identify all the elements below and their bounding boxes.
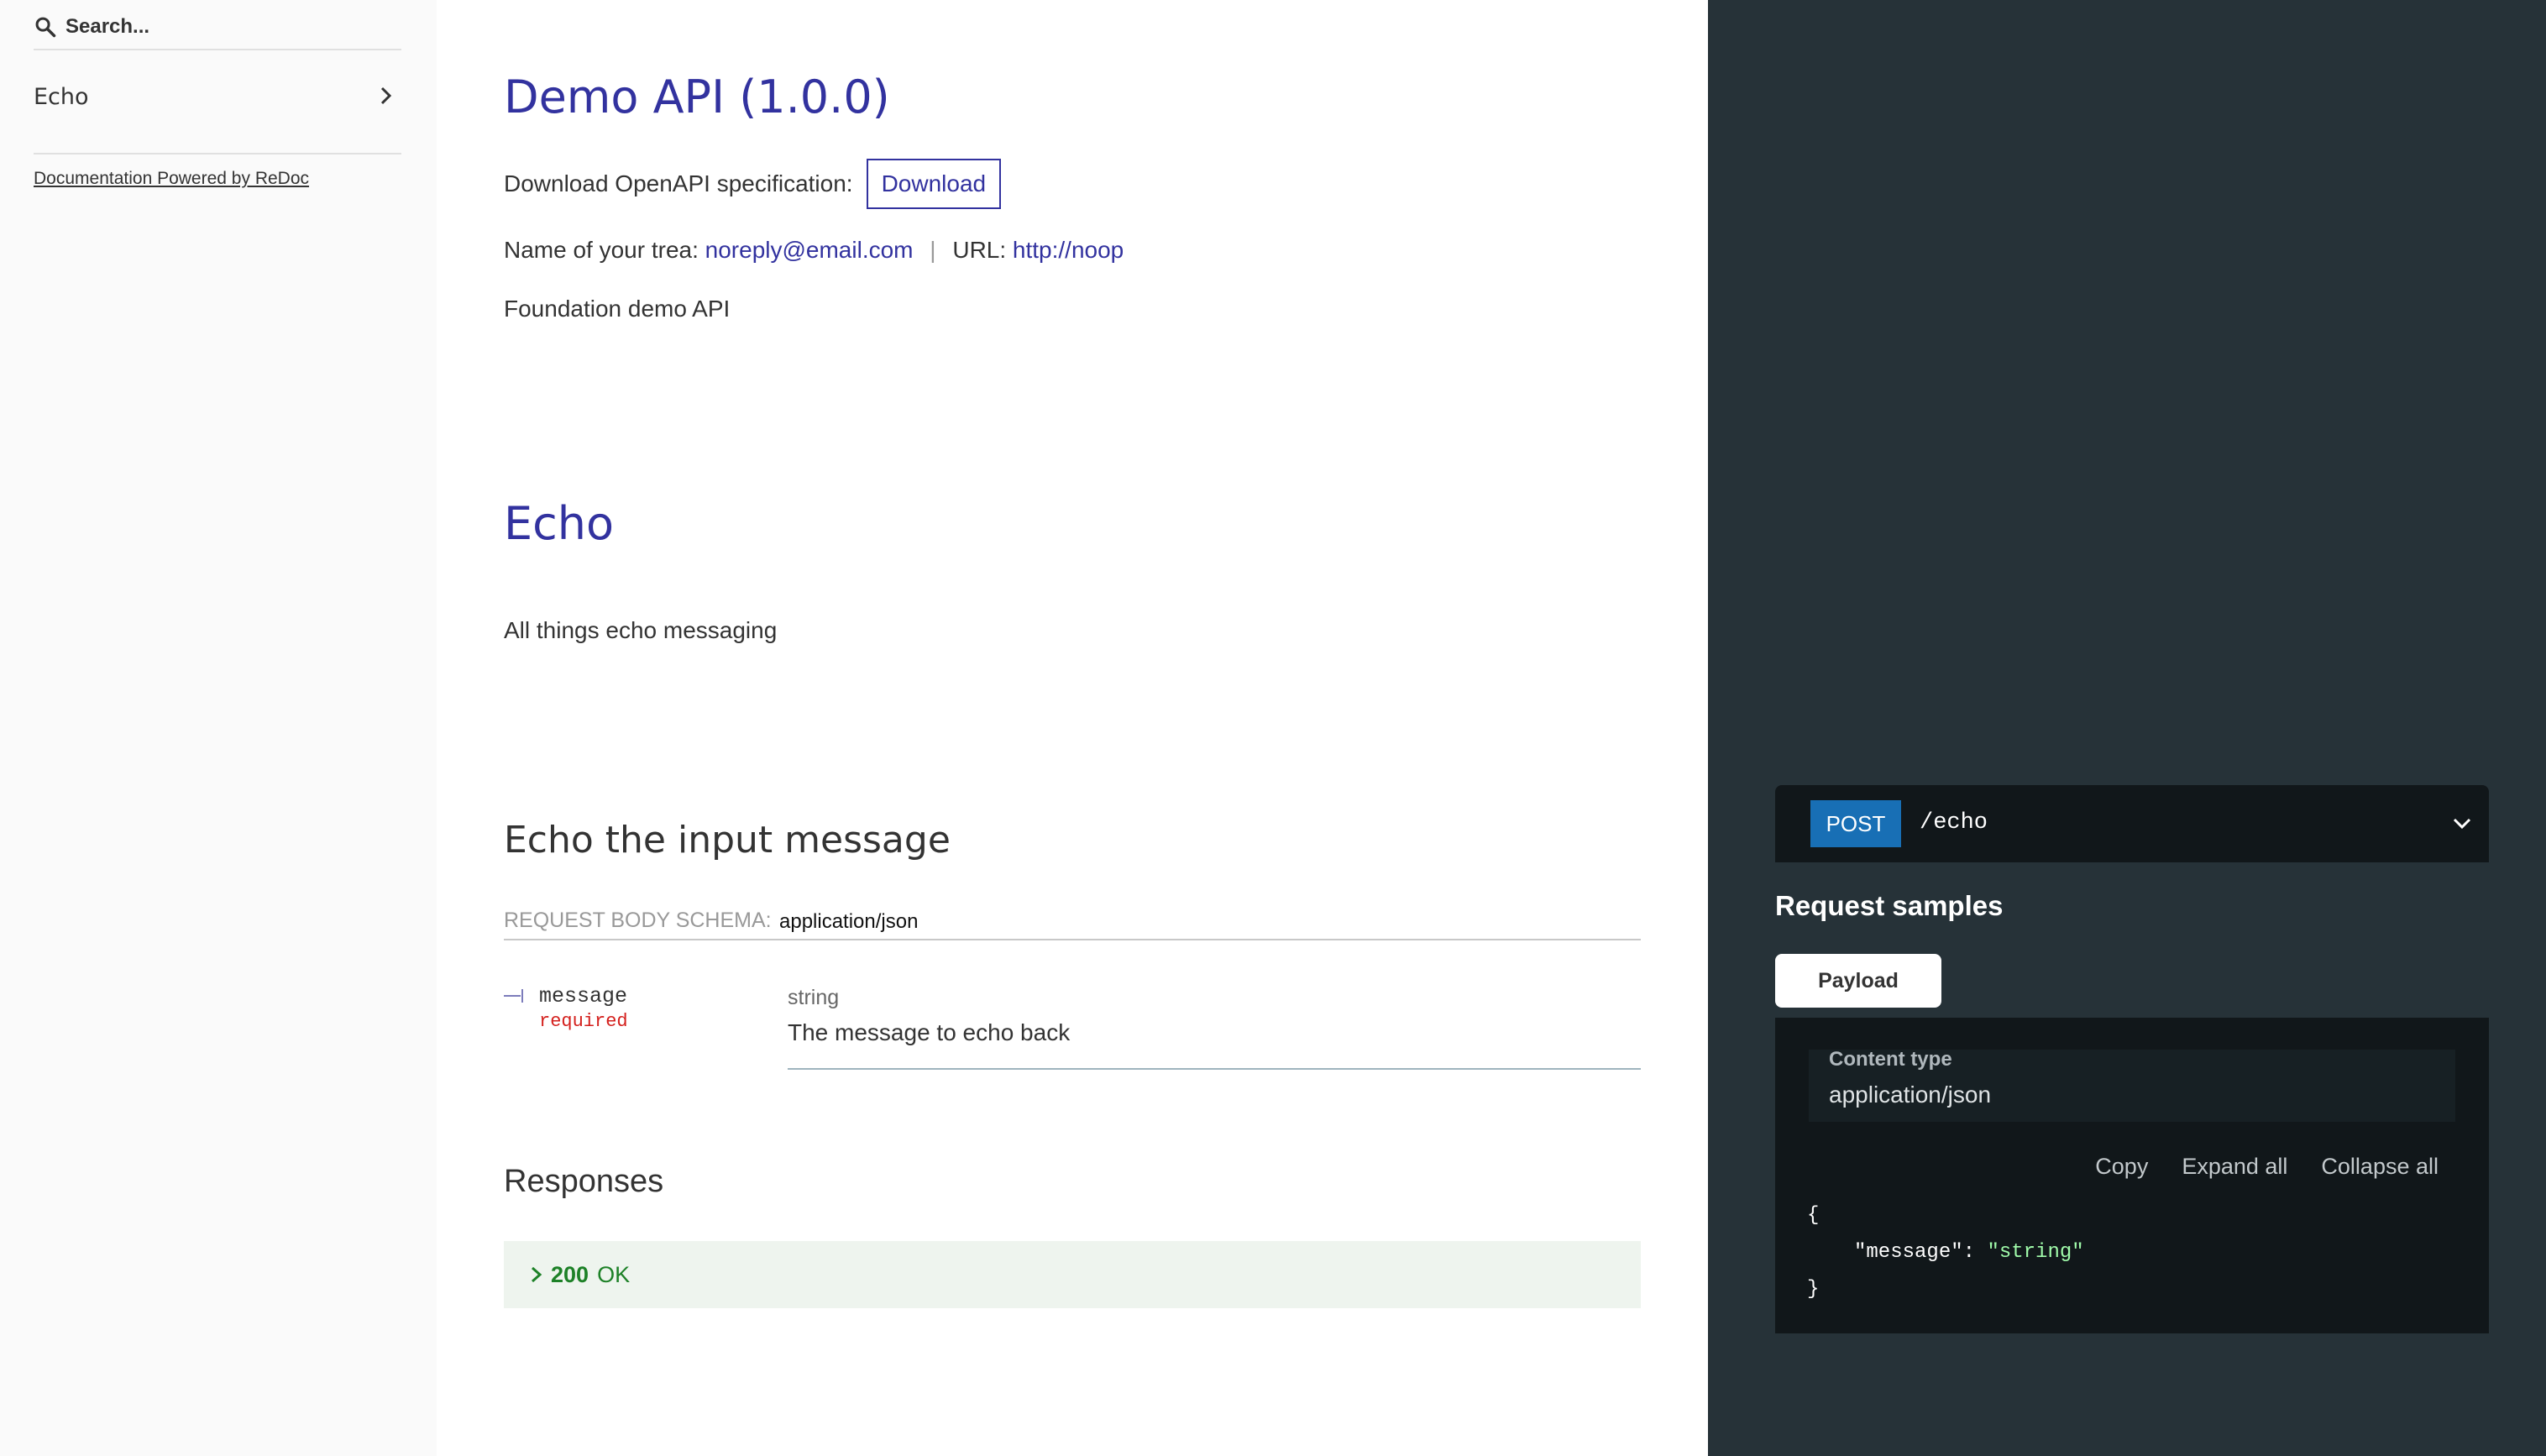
search-icon: [35, 17, 56, 38]
request-body-type: application/json: [779, 910, 919, 933]
json-line: "message": "string": [1807, 1234, 2084, 1271]
request-samples-title: Request samples: [1775, 890, 2004, 921]
content-type-box: Content type application/json: [1809, 1048, 2455, 1122]
http-method-badge: POST: [1810, 800, 1901, 847]
chevron-right-icon: [380, 86, 392, 105]
search-input[interactable]: [65, 10, 393, 44]
search-box: [34, 7, 401, 50]
chevron-down-icon: [2453, 818, 2471, 830]
param-name: message: [539, 984, 628, 1008]
download-button[interactable]: Download: [866, 159, 1002, 209]
api-description: Foundation demo API: [504, 296, 731, 322]
json-value: "string": [1987, 1241, 2084, 1264]
right-panel: POST /echo Request samples Payload Conte…: [1708, 0, 2546, 1456]
response-200-toggle[interactable]: 200 OK: [504, 1241, 1641, 1308]
contact-label: Name of your trea:: [504, 237, 699, 263]
sidebar-item-label: Echo: [34, 84, 89, 110]
json-sample: { "message": "string" }: [1807, 1197, 2084, 1308]
param-tree-connector-icon: [504, 989, 523, 1003]
chevron-right-icon: [532, 1266, 542, 1283]
request-body-label: REQUEST BODY SCHEMA:: [504, 909, 772, 932]
download-label: Download OpenAPI specification:: [504, 170, 853, 196]
contact-url-link[interactable]: http://noop: [1013, 237, 1124, 263]
operation-title: Echo the input message: [504, 819, 951, 862]
json-key: "message": [1854, 1241, 1963, 1264]
response-text: OK: [597, 1261, 631, 1287]
content-type-label: Content type: [1829, 1048, 1952, 1071]
param-description: The message to echo back: [788, 1019, 1071, 1045]
json-open-brace: {: [1807, 1204, 1820, 1227]
responses-title: Responses: [504, 1164, 664, 1199]
powered-by-redoc-link[interactable]: Documentation Powered by ReDoc: [34, 169, 309, 189]
param-required-badge: required: [539, 1011, 628, 1032]
param-detail: string The message to echo back: [788, 982, 1641, 1070]
separator: |: [930, 237, 936, 263]
copy-button[interactable]: Copy: [2095, 1154, 2148, 1180]
sidebar: Echo Documentation Powered by ReDoc: [0, 0, 437, 1456]
content-type-value: application/json: [1829, 1082, 1992, 1108]
tab-payload[interactable]: Payload: [1775, 954, 1941, 1008]
main-content: Demo API (1.0.0) Download OpenAPI specif…: [437, 0, 1708, 1456]
endpoint-path: /echo: [1920, 810, 1988, 835]
collapse-all-button[interactable]: Collapse all: [2321, 1154, 2439, 1180]
request-body-schema: REQUEST BODY SCHEMA: application/json: [504, 905, 1641, 940]
contact-email-link[interactable]: noreply@email.com: [705, 237, 914, 263]
json-colon: :: [1962, 1241, 1988, 1264]
expand-all-button[interactable]: Expand all: [2182, 1154, 2287, 1180]
sidebar-item-echo[interactable]: Echo: [34, 72, 401, 121]
tag-title: Echo: [504, 497, 615, 550]
tag-description: All things echo messaging: [504, 617, 778, 643]
download-row: Download OpenAPI specification: Download: [504, 158, 1002, 210]
sample-panel: Content type application/json Copy Expan…: [1775, 1018, 2489, 1333]
param-type: string: [788, 986, 840, 1009]
contact-info: Name of your trea: noreply@email.com | U…: [504, 237, 1124, 264]
sidebar-divider: [34, 153, 401, 155]
code-actions: Copy Expand all Collapse all: [2095, 1154, 2439, 1180]
api-title: Demo API (1.0.0): [504, 71, 890, 123]
endpoint-toggle[interactable]: POST /echo: [1775, 785, 2489, 862]
response-code: 200: [551, 1261, 589, 1287]
url-label: URL:: [952, 237, 1007, 263]
json-close-brace: }: [1807, 1278, 1820, 1301]
